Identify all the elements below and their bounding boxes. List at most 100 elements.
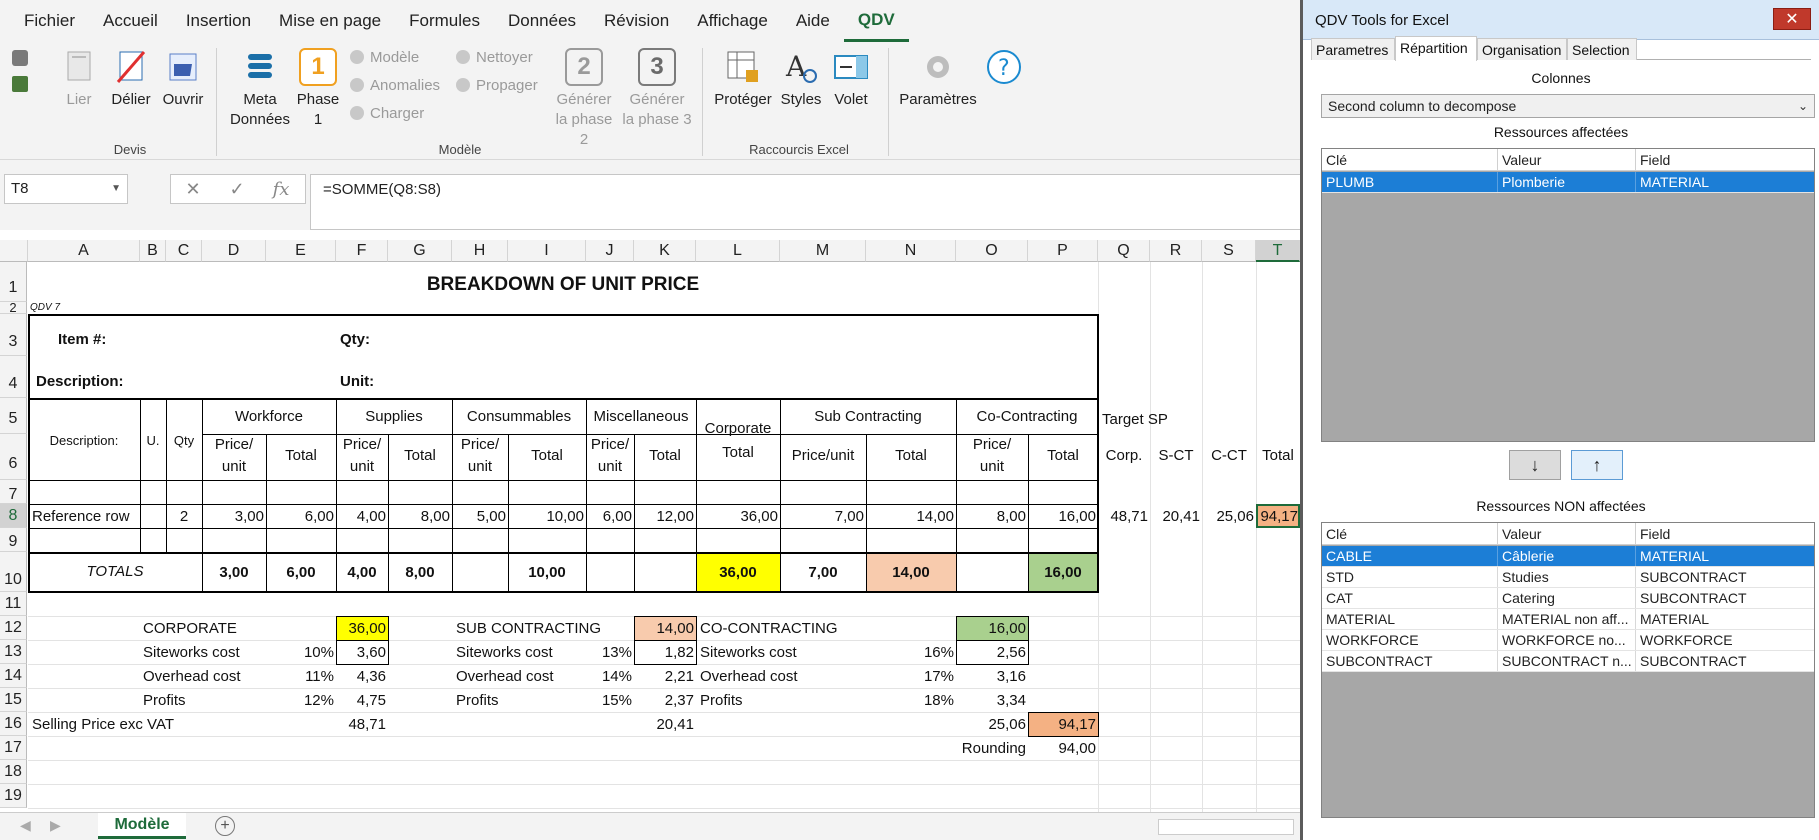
row-header[interactable]: 1 — [0, 262, 27, 302]
o-profits-pct: 18% — [923, 692, 954, 709]
row-header[interactable]: 5 — [0, 398, 27, 434]
column-header[interactable]: K — [634, 240, 696, 262]
column-header[interactable]: N — [866, 240, 956, 262]
list-item[interactable]: SUBCONTRACT SUBCONTRACT n... SUBCONTRACT — [1322, 651, 1814, 672]
row-header[interactable]: 4 — [0, 356, 27, 398]
column-header[interactable]: B — [140, 240, 166, 262]
column-header[interactable]: S — [1202, 240, 1256, 262]
row-header[interactable]: 14 — [0, 664, 27, 688]
column-header[interactable]: G — [388, 240, 452, 262]
row-header-selected[interactable]: 8 — [0, 504, 27, 528]
column-header[interactable]: H — [452, 240, 508, 262]
o-siteworks-pct: 16% — [923, 644, 954, 661]
tab-parametres[interactable]: Parametres — [1311, 38, 1395, 60]
tab-selection[interactable]: Selection — [1567, 38, 1637, 60]
row-header[interactable]: 17 — [0, 736, 27, 760]
tab-organisation[interactable]: Organisation — [1477, 38, 1567, 60]
tab-repartition[interactable]: Répartition — [1395, 36, 1477, 61]
list-item-selected[interactable]: PLUMB Plomberie MATERIAL — [1322, 172, 1814, 193]
list-item[interactable]: STD Studies SUBCONTRACT — [1322, 567, 1814, 588]
column-select[interactable]: Second column to decompose ⌄ — [1321, 94, 1815, 118]
o-overhead-value: 3,16 — [996, 668, 1026, 685]
ref-f: 4,00 — [356, 508, 386, 525]
c-siteworks-value: 3,60 — [356, 644, 386, 661]
column-header[interactable]: A — [28, 240, 140, 262]
horizontal-scrollbar[interactable] — [1158, 819, 1294, 835]
column-header[interactable]: R — [1150, 240, 1202, 262]
row-header[interactable]: 9 — [0, 528, 27, 552]
row-header[interactable]: 2 — [0, 301, 27, 314]
hdr-qty: Qty — [173, 433, 195, 448]
row-header[interactable]: 11 — [0, 592, 27, 616]
affected-list[interactable]: Clé Valeur Field PLUMB Plomberie MATERIA… — [1321, 148, 1815, 442]
ref-row-label: Reference row — [32, 508, 130, 525]
column-header[interactable]: E — [266, 240, 336, 262]
row-header[interactable]: 10 — [0, 552, 27, 592]
move-down-button[interactable]: ↓ — [1509, 450, 1561, 480]
sheet-tab-modele[interactable]: Modèle — [98, 813, 186, 839]
row-header[interactable]: 16 — [0, 712, 27, 736]
add-sheet-icon[interactable]: + — [215, 816, 235, 836]
item-field: MATERIAL — [1640, 611, 1709, 627]
total-d: 3,00 — [219, 564, 249, 581]
close-icon[interactable]: ✕ — [1773, 8, 1811, 30]
col-header-cle[interactable]: Clé — [1322, 523, 1498, 545]
col-header-valeur[interactable]: Valeur — [1498, 149, 1636, 171]
unit-label: Unit: — [340, 373, 375, 390]
col-header-field[interactable]: Field — [1636, 149, 1814, 171]
chevron-down-icon: ⌄ — [1797, 99, 1808, 113]
scroll-left-icon[interactable]: ◀ — [20, 817, 31, 834]
c-profits-value: 4,75 — [356, 692, 386, 709]
sheet-tabs-bar: ◀ ▶ Modèle + — [0, 812, 1300, 840]
col-header-valeur[interactable]: Valeur — [1498, 523, 1636, 545]
select-all-corner[interactable] — [0, 240, 28, 262]
column-header[interactable]: D — [202, 240, 266, 262]
s-overhead-pct: 14% — [601, 668, 632, 685]
corporate-value: 36,00 — [348, 620, 386, 637]
hdr-price-2: unit — [221, 458, 247, 475]
column-header[interactable]: Q — [1098, 240, 1150, 262]
row-header[interactable]: 3 — [0, 314, 27, 356]
col-header-field[interactable]: Field — [1636, 523, 1814, 545]
panel-title: QDV Tools for Excel — [1315, 12, 1449, 29]
column-header[interactable]: J — [586, 240, 634, 262]
column-header[interactable]: I — [508, 240, 586, 262]
row-header[interactable]: 12 — [0, 616, 27, 640]
row-header[interactable]: 7 — [0, 480, 27, 504]
column-header[interactable]: P — [1028, 240, 1098, 262]
column-header-selected[interactable]: T — [1256, 240, 1300, 262]
list-item-selected[interactable]: CABLE Câblerie MATERIAL — [1322, 546, 1814, 567]
hdr-sct: S-CT — [1158, 447, 1194, 464]
column-header[interactable]: O — [956, 240, 1028, 262]
list-item[interactable]: CAT Catering SUBCONTRACT — [1322, 588, 1814, 609]
item-value: SUBCONTRACT n... — [1498, 651, 1636, 671]
item-value: Catering — [1498, 588, 1636, 608]
app-window: Fichier Accueil Insertion Mise en page F… — [0, 0, 1819, 840]
hdr-consumables: Consummables — [466, 408, 572, 425]
hdr-total: Total — [895, 447, 927, 464]
row-header[interactable]: 15 — [0, 688, 27, 712]
selling-co: 25,06 — [988, 716, 1026, 733]
co-label: CO-CONTRACTING — [700, 620, 838, 637]
row-header[interactable]: 19 — [0, 784, 27, 808]
move-up-button[interactable]: ↑ — [1571, 450, 1623, 480]
col-header-cle[interactable]: Clé — [1322, 149, 1498, 171]
selling-label: Selling Price exc VAT — [32, 716, 174, 733]
hdr-price-2: unit — [349, 458, 375, 475]
row-header[interactable]: 13 — [0, 640, 27, 664]
nonaffected-list[interactable]: Clé Valeur Field CABLE Câblerie MATERIAL… — [1321, 522, 1815, 818]
column-header[interactable]: C — [166, 240, 202, 262]
item-field: MATERIAL — [1640, 174, 1709, 190]
qdv-tag: QDV 7 — [30, 302, 61, 313]
column-header[interactable]: M — [780, 240, 866, 262]
list-item[interactable]: MATERIAL MATERIAL non aff... MATERIAL — [1322, 609, 1814, 630]
list-item[interactable]: WORKFORCE WORKFORCE no... WORKFORCE — [1322, 630, 1814, 651]
column-header[interactable]: F — [336, 240, 388, 262]
total-f: 4,00 — [347, 564, 377, 581]
o-profits-label: Profits — [700, 692, 743, 709]
scroll-right-icon[interactable]: ▶ — [50, 817, 61, 834]
selling-corporate: 48,71 — [348, 716, 386, 733]
row-header[interactable]: 18 — [0, 760, 27, 784]
column-header[interactable]: L — [696, 240, 780, 262]
row-header[interactable]: 6 — [0, 434, 27, 480]
